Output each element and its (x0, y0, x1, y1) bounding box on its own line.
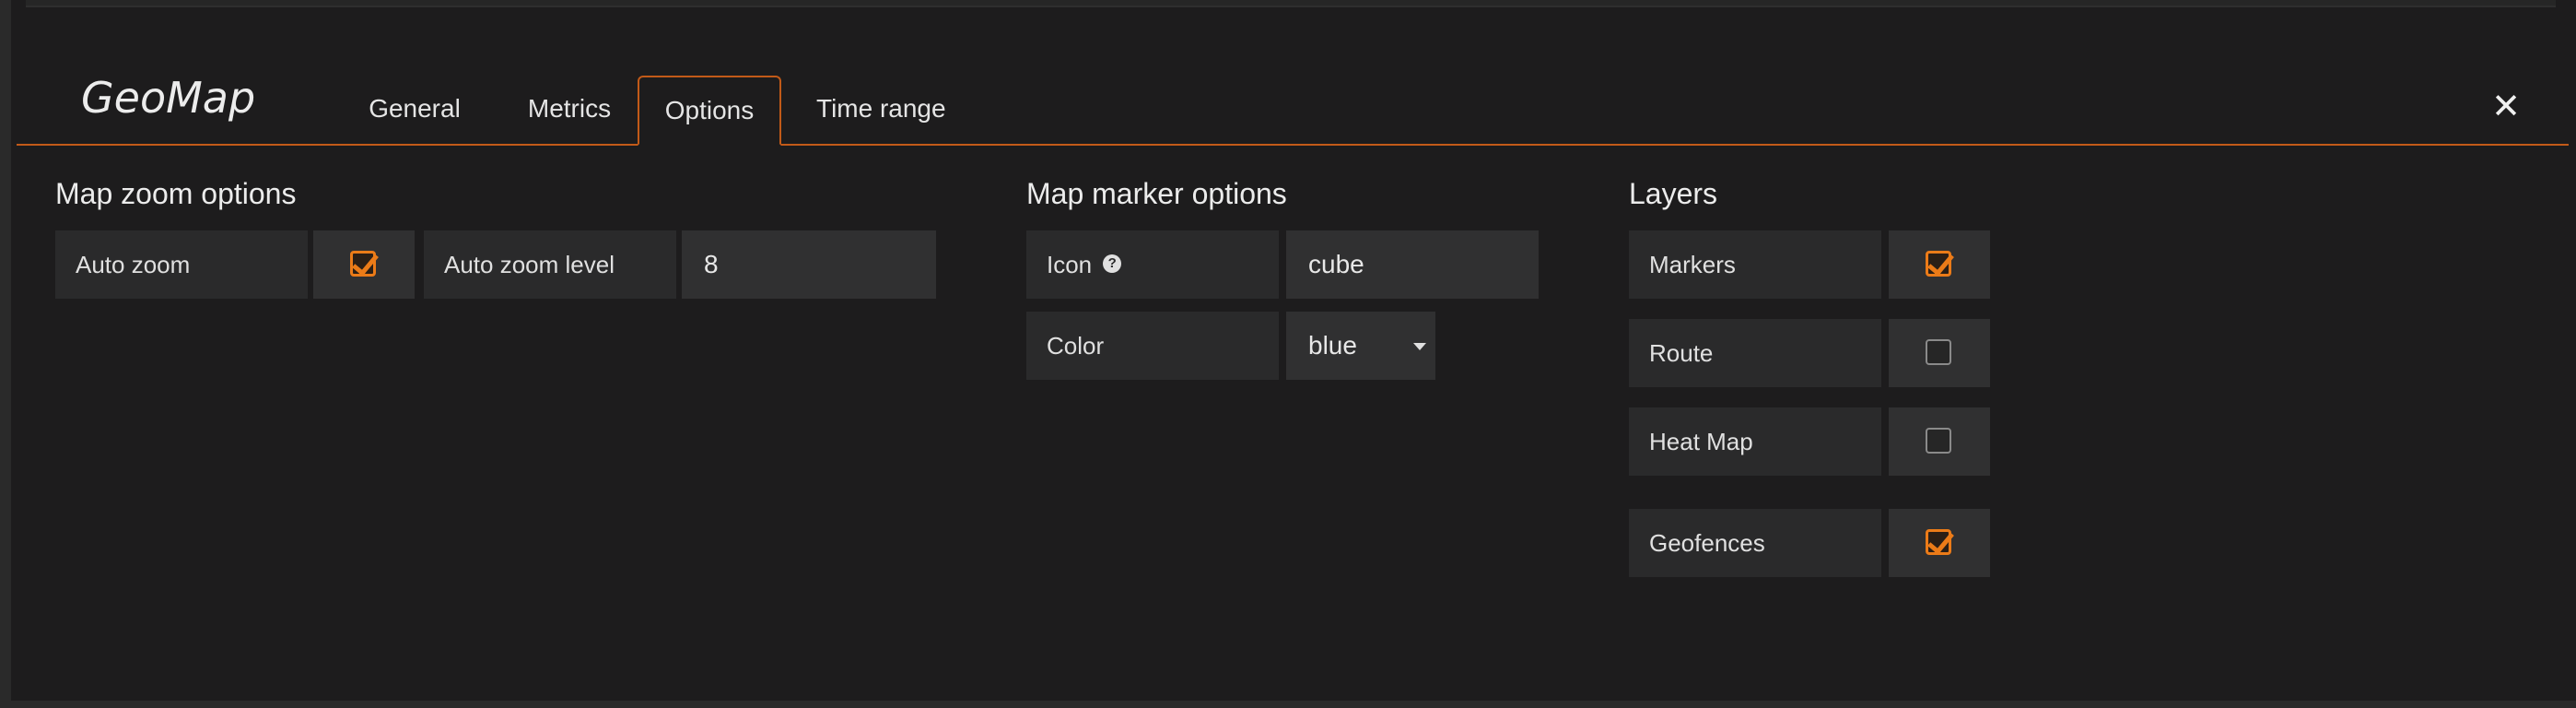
layer-route-checkbox[interactable] (1926, 339, 1951, 365)
layer-geofences-checkbox-cell[interactable] (1889, 509, 1990, 577)
color-select-value: blue (1308, 331, 1357, 360)
layer-heat-map-label: Heat Map (1629, 407, 1881, 476)
panel-title: GeoMap (81, 73, 256, 123)
layer-heat-map-checkbox-cell[interactable] (1889, 407, 1990, 476)
icon-label-text: Icon (1047, 251, 1093, 278)
layer-geofences-checkbox[interactable] (1926, 529, 1951, 555)
icon-input[interactable]: cube (1286, 230, 1539, 299)
auto-zoom-checkbox-cell[interactable] (313, 230, 415, 299)
close-icon[interactable]: ✕ (2488, 88, 2524, 125)
tab-time-range[interactable]: Time range (816, 74, 991, 144)
help-icon[interactable]: ? (1103, 254, 1122, 274)
left-edge (0, 0, 11, 708)
marker-section-title: Map marker options (1026, 177, 1287, 210)
layer-heat-map-checkbox[interactable] (1926, 428, 1951, 454)
color-label: Color (1026, 312, 1279, 380)
auto-zoom-label: Auto zoom (55, 230, 308, 299)
layer-geofences-label: Geofences (1629, 509, 1881, 577)
icon-label: Icon? (1026, 230, 1279, 299)
layer-route-label: Route (1629, 319, 1881, 387)
auto-zoom-level-input[interactable]: 8 (682, 230, 936, 299)
chevron-down-icon (1413, 343, 1426, 350)
layer-markers-checkbox-cell[interactable] (1889, 230, 1990, 299)
bottom-edge (0, 701, 2576, 708)
layers-section-title: Layers (1629, 177, 1718, 210)
layer-route-checkbox-cell[interactable] (1889, 319, 1990, 387)
color-select[interactable]: blue (1286, 312, 1435, 380)
tab-general[interactable]: General (350, 74, 479, 144)
top-panel-bar (26, 0, 2556, 7)
auto-zoom-level-label: Auto zoom level (424, 230, 676, 299)
zoom-section-title: Map zoom options (55, 177, 297, 210)
tab-options[interactable]: Options (638, 76, 781, 146)
tab-metrics[interactable]: Metrics (505, 74, 634, 144)
editor-header: GeoMap General Metrics Options Time rang… (17, 74, 2569, 146)
layer-markers-label: Markers (1629, 230, 1881, 299)
layer-markers-checkbox[interactable] (1926, 251, 1951, 277)
geomap-panel-editor: GeoMap General Metrics Options Time rang… (0, 0, 2576, 708)
auto-zoom-checkbox[interactable] (350, 251, 376, 277)
